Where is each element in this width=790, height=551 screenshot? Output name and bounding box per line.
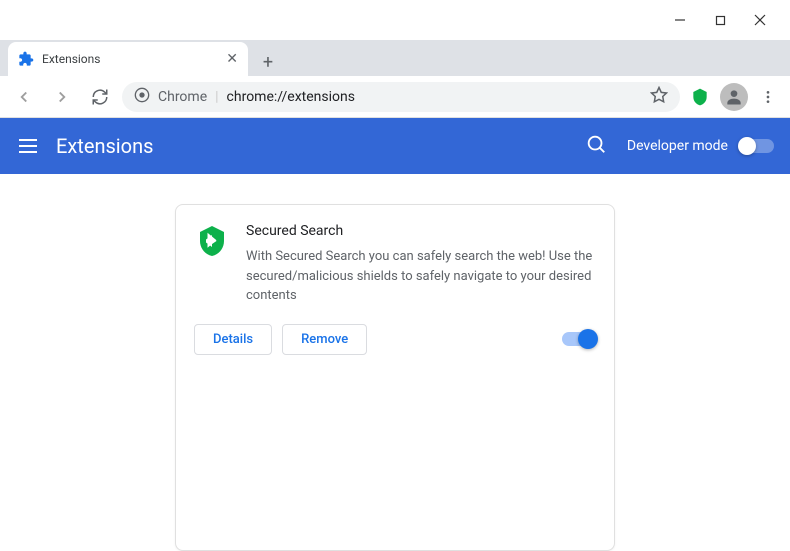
puzzle-icon: [18, 51, 34, 67]
minimize-button[interactable]: [660, 5, 700, 35]
page-title: Extensions: [56, 134, 585, 158]
close-button[interactable]: [740, 5, 780, 35]
extensions-header: Extensions Developer mode: [0, 118, 790, 174]
reload-button[interactable]: [84, 81, 116, 113]
details-button[interactable]: Details: [194, 324, 272, 355]
address-bar: Chrome | chrome://extensions: [0, 76, 790, 118]
tab-strip: Extensions ✕ +: [0, 40, 790, 76]
chrome-icon: [134, 87, 150, 107]
extension-shield-icon[interactable]: [686, 83, 714, 111]
developer-mode-toggle[interactable]: [740, 139, 774, 153]
divider: |: [215, 89, 218, 105]
remove-button[interactable]: Remove: [282, 324, 367, 355]
search-icon[interactable]: [585, 133, 607, 159]
menu-icon[interactable]: [16, 134, 40, 158]
window-titlebar: [0, 0, 790, 40]
bookmark-star-icon[interactable]: [650, 86, 668, 108]
extension-enable-toggle[interactable]: [562, 332, 596, 346]
extension-description: With Secured Search you can safely searc…: [246, 247, 596, 306]
tab-extensions[interactable]: Extensions ✕: [8, 42, 248, 76]
origin-text: Chrome: [158, 89, 207, 105]
developer-mode-label: Developer mode: [627, 138, 728, 154]
forward-button[interactable]: [46, 81, 78, 113]
tab-title: Extensions: [42, 52, 218, 66]
back-button[interactable]: [8, 81, 40, 113]
extension-icon: [194, 223, 230, 259]
profile-avatar[interactable]: [720, 83, 748, 111]
extension-card: Secured Search With Secured Search you c…: [175, 204, 615, 551]
maximize-button[interactable]: [700, 5, 740, 35]
omnibox[interactable]: Chrome | chrome://extensions: [122, 82, 680, 112]
extension-name: Secured Search: [246, 223, 596, 239]
close-tab-icon[interactable]: ✕: [226, 51, 238, 67]
content-area: PCrisk.com Secured Search With Secured S…: [0, 174, 790, 551]
chrome-menu-button[interactable]: [754, 83, 782, 111]
url-text: chrome://extensions: [227, 89, 642, 105]
new-tab-button[interactable]: +: [254, 48, 282, 76]
